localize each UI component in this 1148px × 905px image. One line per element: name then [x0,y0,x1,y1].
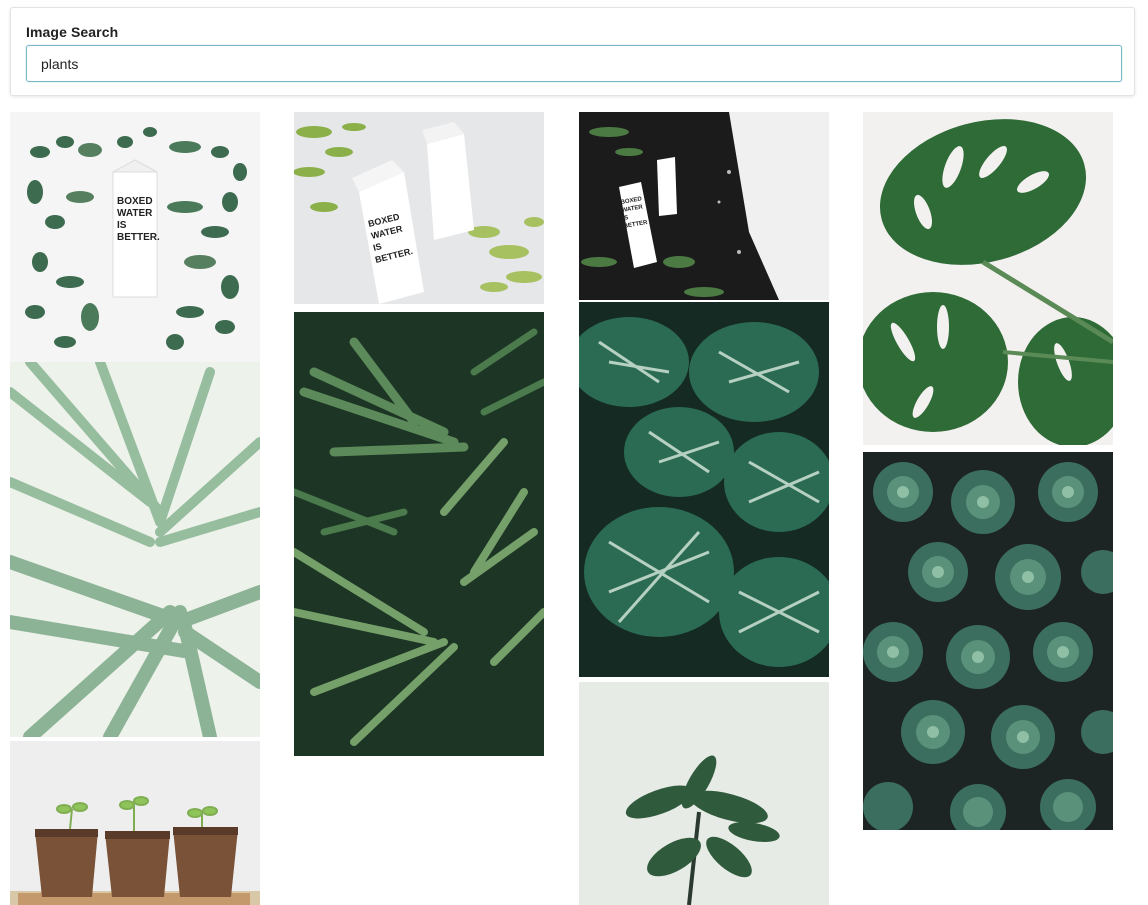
svg-text:IS: IS [117,220,127,231]
image-boxed-water-leaves[interactable]: BOXED WATER IS BETTER. [10,112,260,362]
boxed-water-soil-image: BOXED WATER IS BETTER [579,112,829,300]
calathea-image [579,302,829,677]
search-label: Image Search [26,24,119,40]
monstera-image [863,112,1113,445]
seedlings-image [10,741,260,905]
image-monstera[interactable] [863,112,1113,445]
boxed-water-leaves-image: BOXED WATER IS BETTER. [10,112,260,362]
image-boxed-water-ferns[interactable]: BOXED WATER IS BETTER. [294,112,544,304]
svg-text:BETTER.: BETTER. [117,232,160,243]
image-succulents[interactable] [863,452,1113,830]
fiddle-leaf-image [579,682,829,905]
svg-text:BOXED: BOXED [117,196,153,207]
image-fiddle-leaf[interactable] [579,682,829,905]
image-palm-fronds[interactable] [10,362,260,737]
image-dark-palm[interactable] [294,312,544,756]
svg-text:IS: IS [622,215,629,222]
image-calathea[interactable] [579,302,829,677]
search-panel: Image Search [10,7,1135,96]
palm-fronds-image [10,362,260,737]
image-boxed-water-soil[interactable]: BOXED WATER IS BETTER [579,112,829,300]
succulents-image [863,452,1113,830]
svg-text:WATER: WATER [117,208,153,219]
search-input[interactable] [26,45,1122,82]
image-seedlings[interactable] [10,741,260,905]
dark-palm-image [294,312,544,756]
boxed-water-ferns-image: BOXED WATER IS BETTER. [294,112,544,304]
